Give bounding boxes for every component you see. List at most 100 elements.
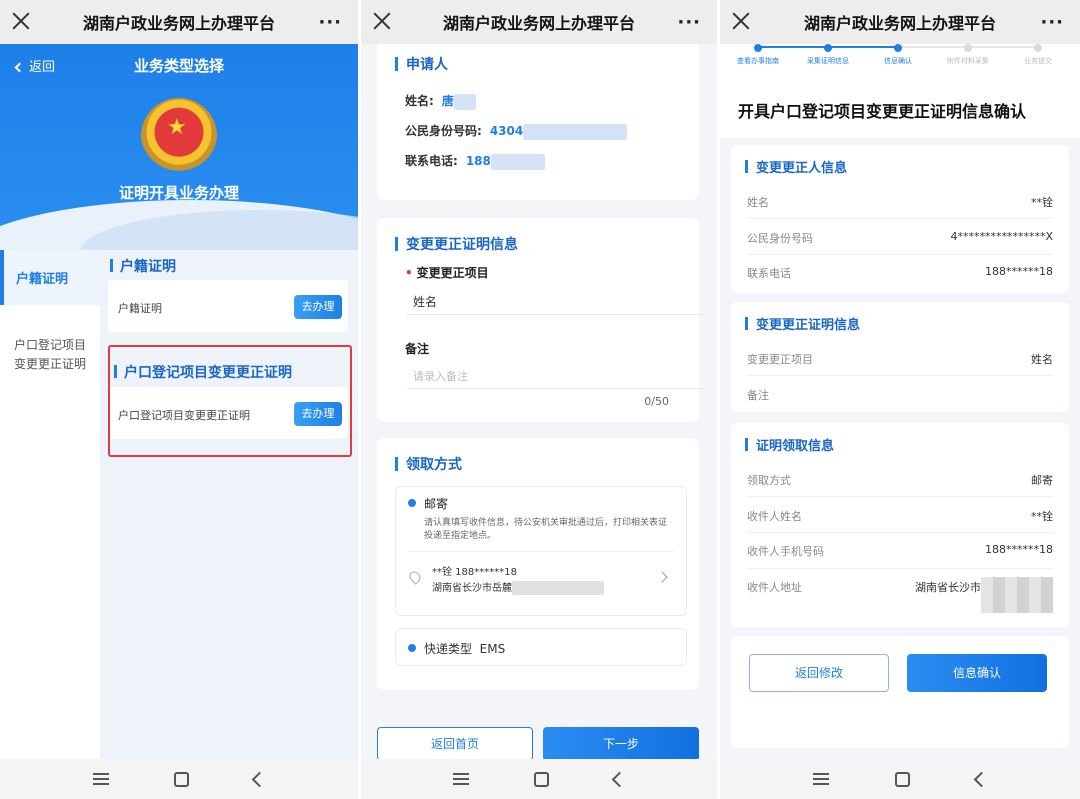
info-row: 领取方式 邮寄 (747, 474, 1053, 487)
page-heading: 开具户口登记项目变更更正证明信息确认 (738, 102, 1027, 121)
sidebar-item-huji[interactable]: 户籍证明 (0, 250, 100, 305)
go-button[interactable]: 去办理 (294, 295, 342, 319)
location-pin-icon (407, 569, 423, 585)
field-underline (407, 314, 703, 315)
chevron-right-icon[interactable] (656, 571, 668, 583)
applicant-info-card: 变更更正人信息 姓名 **铨 公民身份号码 4****************X 联… (731, 145, 1069, 293)
mail-radio[interactable]: 邮寄 (408, 495, 448, 512)
applicant-card: 申请人 姓名: 唐 公民身份号码: 4304 联系电话: 188 (377, 44, 699, 200)
list-item: 户籍证明 去办理 (108, 280, 348, 332)
step-node (754, 44, 762, 52)
category-sidebar: 户籍证明 户口登记项目变更更正证明 (0, 250, 100, 760)
home-icon[interactable] (173, 771, 189, 787)
phone-value: 188 (465, 154, 491, 168)
info-row: 变更更正项目 姓名 (747, 353, 1053, 366)
remark-input[interactable]: 请录入备注 (413, 368, 468, 384)
panel-business-type: 湖南户政业务网上办理平台 ··· 返回 业务类型选择 证明开具业务办理 户籍证明… (0, 0, 358, 799)
system-nav-bar (720, 759, 1080, 799)
back-icon[interactable] (973, 771, 990, 787)
title-bar: 湖南户政业务网上办理平台 ··· (720, 0, 1080, 44)
row-divider (747, 254, 1053, 255)
field-underline (407, 388, 703, 389)
step-node (964, 44, 972, 52)
police-emblem-icon (141, 98, 217, 174)
express-option: 快递类型 EMS (395, 628, 687, 666)
confirm-button[interactable]: 信息确认 (907, 654, 1047, 692)
app-title: 湖南户政业务网上办理平台 (82, 14, 275, 33)
radio-dot-icon (408, 499, 416, 507)
redacted-block (981, 577, 1053, 613)
back-edit-button[interactable]: 返回修改 (749, 654, 889, 692)
title-bar: 湖南户政业务网上办理平台 ··· (0, 0, 358, 44)
info-row: 公民身份号码 4****************X (747, 230, 1053, 245)
change-info-card: 变更更正证明信息 • 变更更正项目 姓名 备注 请录入备注 0/50 (377, 218, 703, 422)
step-label: 信息确认 (884, 57, 912, 65)
step-label: 业务提交 (1024, 57, 1052, 65)
info-row: 收件人姓名 **铨 (747, 510, 1053, 523)
more-icon[interactable]: ··· (677, 12, 701, 33)
back-icon[interactable] (252, 771, 268, 787)
panel-collect-info: 湖南户政业务网上办理平台 ··· 申请人 姓名: 唐 公民身份号码: 4304 联系… (361, 0, 717, 799)
action-card: 返回修改 信息确认 (731, 636, 1069, 748)
info-row: 联系电话 188******18 (747, 265, 1053, 280)
home-icon[interactable] (895, 771, 910, 787)
id-label: 公民身份号码: (405, 124, 482, 138)
section-title: 证明领取信息 (745, 435, 834, 454)
name-row: 姓名: 唐 (405, 92, 476, 110)
express-label: 快递类型 (424, 642, 473, 656)
id-row: 公民身份号码: 4304 (405, 122, 628, 140)
next-step-button[interactable]: 下一步 (543, 727, 699, 761)
mail-description: 请认真填写收件信息，待公安机关审批通过后，打印相关表证投递至指定地点。 (424, 518, 668, 541)
menu-icon[interactable] (813, 773, 829, 785)
back-icon[interactable] (611, 771, 627, 787)
menu-icon[interactable] (92, 773, 109, 785)
close-icon[interactable] (371, 10, 393, 32)
remark-counter: 0/50 (644, 395, 669, 408)
close-icon[interactable] (10, 10, 32, 32)
address-line: 湖南省长沙市岳麓 (432, 579, 604, 595)
section-title: 变更更正证明信息 (745, 314, 860, 333)
divider (408, 551, 674, 552)
step-label: 查看办事指南 (737, 57, 779, 65)
info-row: 收件人手机号码 188******18 (747, 543, 1053, 558)
item-select[interactable]: 姓名 (413, 293, 437, 310)
menu-icon[interactable] (453, 773, 470, 785)
step-node (1034, 44, 1042, 52)
name-label: 姓名: (405, 94, 434, 108)
system-nav-bar (0, 759, 358, 799)
item-label: • 变更更正项目 (405, 266, 489, 280)
redacted-block (453, 93, 476, 110)
page-title: 业务类型选择 (133, 57, 224, 75)
step-node (894, 44, 902, 52)
row-divider (747, 375, 1053, 376)
step-label: 附件材料采集 (947, 57, 989, 65)
pickup-card: 领取方式 邮寄 请认真填写收件信息，待公安机关审批通过后，打印相关表证投递至指定… (377, 438, 699, 690)
row-divider (747, 496, 1053, 497)
pickup-info-card: 证明领取信息 领取方式 邮寄 收件人姓名 **铨 收件人手机号码 188******1… (731, 423, 1069, 627)
section-title: 领取方式 (395, 454, 462, 474)
mail-label: 邮寄 (424, 497, 449, 511)
section-title: 变更更正人信息 (745, 157, 847, 176)
title-bar: 湖南户政业务网上办理平台 ··· (361, 0, 717, 44)
redacted-block (523, 123, 628, 140)
remark-label: 备注 (405, 342, 430, 356)
close-icon[interactable] (730, 10, 752, 32)
name-value: 唐 (441, 94, 454, 108)
phone-row: 联系电话: 188 (405, 152, 545, 170)
more-icon[interactable]: ··· (318, 12, 342, 33)
id-value: 4304 (489, 124, 524, 138)
section-title: 户籍证明 (110, 256, 176, 276)
sidebar-item-change-proof[interactable]: 户口登记项目变更更正证明 (14, 336, 94, 374)
step-node (824, 44, 832, 52)
info-row: 姓名 **铨 (747, 196, 1053, 209)
express-value: EMS (479, 642, 506, 656)
step-label: 采集证明信息 (807, 57, 849, 65)
return-home-button[interactable]: 返回首页 (377, 727, 533, 761)
mail-option[interactable]: 邮寄 请认真填写收件信息，待公安机关审批通过后，打印相关表证投递至指定地点。 *… (395, 486, 687, 616)
row-divider (747, 568, 1053, 569)
section-title: 变更更正证明信息 (395, 234, 518, 254)
address-name: **铨 188******18 (432, 567, 517, 578)
home-icon[interactable] (533, 771, 549, 787)
radio-dot-icon (408, 644, 416, 652)
more-icon[interactable]: ··· (1040, 12, 1064, 33)
